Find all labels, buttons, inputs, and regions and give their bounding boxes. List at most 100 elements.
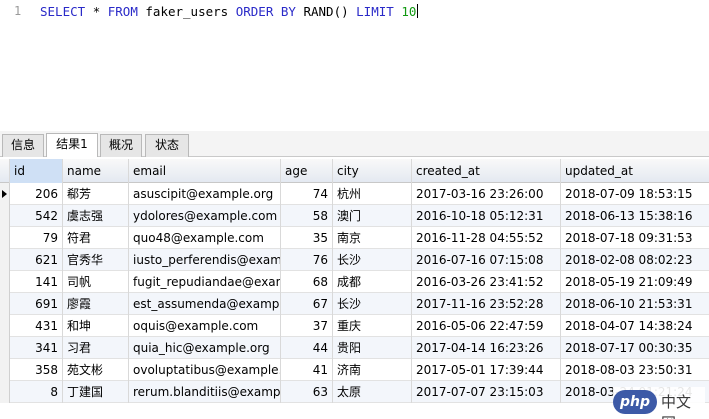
row-indicator[interactable] xyxy=(0,293,10,315)
cell-email[interactable]: est_assumenda@example xyxy=(129,293,281,315)
table-row[interactable]: 79 符君 quo48@example.com 35 南京 2016-11-28 04:5… xyxy=(0,227,709,249)
tab-status[interactable]: 状态 xyxy=(145,134,189,157)
sql-query[interactable]: SELECT * FROM faker_users ORDER BY RAND(… xyxy=(40,4,419,19)
cell-created-at[interactable]: 2016-05-06 22:47:59 xyxy=(412,315,561,337)
cell-id[interactable]: 542 xyxy=(10,205,63,227)
cell-email[interactable]: ovoluptatibus@example.c xyxy=(129,359,281,381)
column-header-created-at[interactable]: created_at xyxy=(412,159,561,183)
table-row[interactable]: 8 丁建国 rerum.blanditiis@example 63 太原 2017-07-… xyxy=(0,381,709,403)
cell-name[interactable]: 符君 xyxy=(63,227,129,249)
cell-id[interactable]: 8 xyxy=(10,381,63,403)
cell-city[interactable]: 杭州 xyxy=(333,183,412,205)
cell-email[interactable]: asuscipit@example.org xyxy=(129,183,281,205)
cell-city[interactable]: 贵阳 xyxy=(333,337,412,359)
cell-id[interactable]: 431 xyxy=(10,315,63,337)
cell-city[interactable]: 澳门 xyxy=(333,205,412,227)
cell-name[interactable]: 廖霞 xyxy=(63,293,129,315)
row-indicator[interactable] xyxy=(0,249,10,271)
row-indicator[interactable] xyxy=(0,381,10,403)
cell-created-at[interactable]: 2016-10-18 05:12:31 xyxy=(412,205,561,227)
cell-updated-at[interactable]: 2018-08-03 23:50:31 xyxy=(561,359,709,381)
cell-age[interactable]: 58 xyxy=(281,205,333,227)
cell-name[interactable]: 官秀华 xyxy=(63,249,129,271)
cell-updated-at[interactable]: 2018-04-07 14:38:24 xyxy=(561,315,709,337)
cell-age[interactable]: 35 xyxy=(281,227,333,249)
row-indicator[interactable] xyxy=(0,271,10,293)
row-indicator[interactable] xyxy=(0,227,10,249)
row-indicator[interactable] xyxy=(0,315,10,337)
cell-created-at[interactable]: 2017-03-16 23:26:00 xyxy=(412,183,561,205)
cell-updated-at[interactable]: 2018-07-18 09:31:53 xyxy=(561,227,709,249)
column-header-id[interactable]: id xyxy=(10,159,63,183)
cell-name[interactable]: 虞志强 xyxy=(63,205,129,227)
tab-result-1[interactable]: 结果1 xyxy=(46,133,98,157)
sql-editor[interactable]: 1 SELECT * FROM faker_users ORDER BY RAN… xyxy=(0,0,709,128)
cell-email[interactable]: fugit_repudiandae@exam xyxy=(129,271,281,293)
cell-city[interactable]: 成都 xyxy=(333,271,412,293)
cell-id[interactable]: 141 xyxy=(10,271,63,293)
table-row[interactable]: 691 廖霞 est_assumenda@example 67 长沙 2017-11-16… xyxy=(0,293,709,315)
table-row[interactable]: 141 司帆 fugit_repudiandae@exam 68 成都 2016-03-2… xyxy=(0,271,709,293)
tab-info[interactable]: 信息 xyxy=(2,134,44,157)
cell-age[interactable]: 74 xyxy=(281,183,333,205)
cell-age[interactable]: 44 xyxy=(281,337,333,359)
cell-id[interactable]: 206 xyxy=(10,183,63,205)
cell-age[interactable]: 68 xyxy=(281,271,333,293)
column-header-name[interactable]: name xyxy=(63,159,129,183)
cell-name[interactable]: 郗芳 xyxy=(63,183,129,205)
row-indicator[interactable] xyxy=(0,337,10,359)
cell-created-at[interactable]: 2016-03-26 23:41:52 xyxy=(412,271,561,293)
table-row[interactable]: 358 苑文彬 ovoluptatibus@example.c 41 济南 2017-05… xyxy=(0,359,709,381)
table-row[interactable]: 206 郗芳 asuscipit@example.org 74 杭州 2017-03-16… xyxy=(0,183,709,205)
cell-id[interactable]: 341 xyxy=(10,337,63,359)
cell-city[interactable]: 重庆 xyxy=(333,315,412,337)
cell-created-at[interactable]: 2017-04-14 16:23:26 xyxy=(412,337,561,359)
row-indicator[interactable] xyxy=(0,205,10,227)
column-header-age[interactable]: age xyxy=(281,159,333,183)
cell-updated-at[interactable]: 2018-06-10 21:53:31 xyxy=(561,293,709,315)
cell-updated-at[interactable]: 2018-06-13 15:38:16 xyxy=(561,205,709,227)
cell-id[interactable]: 358 xyxy=(10,359,63,381)
cell-email[interactable]: iusto_perferendis@exampl xyxy=(129,249,281,271)
cell-age[interactable]: 63 xyxy=(281,381,333,403)
cell-city[interactable]: 太原 xyxy=(333,381,412,403)
cell-created-at[interactable]: 2016-07-16 07:15:08 xyxy=(412,249,561,271)
cell-name[interactable]: 苑文彬 xyxy=(63,359,129,381)
row-indicator[interactable] xyxy=(0,359,10,381)
cell-created-at[interactable]: 2016-11-28 04:55:52 xyxy=(412,227,561,249)
cell-age[interactable]: 41 xyxy=(281,359,333,381)
column-header-updated-at[interactable]: updated_at xyxy=(561,159,709,183)
cell-id[interactable]: 79 xyxy=(10,227,63,249)
cell-name[interactable]: 司帆 xyxy=(63,271,129,293)
cell-updated-at[interactable]: 2018-07-09 18:53:15 xyxy=(561,183,709,205)
cell-created-at[interactable]: 2017-05-01 17:39:44 xyxy=(412,359,561,381)
cell-city[interactable]: 长沙 xyxy=(333,249,412,271)
cell-created-at[interactable]: 2017-07-07 23:15:03 xyxy=(412,381,561,403)
table-row[interactable]: 542 虞志强 ydolores@example.com 58 澳门 2016-10-18… xyxy=(0,205,709,227)
cell-email[interactable]: quo48@example.com xyxy=(129,227,281,249)
row-indicator[interactable] xyxy=(0,183,10,205)
cell-email[interactable]: oquis@example.com xyxy=(129,315,281,337)
cell-id[interactable]: 621 xyxy=(10,249,63,271)
cell-updated-at[interactable]: 2018-05-19 21:09:49 xyxy=(561,271,709,293)
cell-name[interactable]: 和坤 xyxy=(63,315,129,337)
table-row[interactable]: 341 习君 quia_hic@example.org 44 贵阳 2017-04-14 … xyxy=(0,337,709,359)
cell-city[interactable]: 济南 xyxy=(333,359,412,381)
cell-age[interactable]: 37 xyxy=(281,315,333,337)
cell-email[interactable]: rerum.blanditiis@example xyxy=(129,381,281,403)
cell-updated-at[interactable]: 2018-07-17 00:30:35 xyxy=(561,337,709,359)
column-header-email[interactable]: email xyxy=(129,159,281,183)
cell-email[interactable]: ydolores@example.com xyxy=(129,205,281,227)
column-header-city[interactable]: city xyxy=(333,159,412,183)
table-row[interactable]: 431 和坤 oquis@example.com 37 重庆 2016-05-06 22:… xyxy=(0,315,709,337)
cell-city[interactable]: 南京 xyxy=(333,227,412,249)
cell-age[interactable]: 67 xyxy=(281,293,333,315)
cell-created-at[interactable]: 2017-11-16 23:52:28 xyxy=(412,293,561,315)
cell-name[interactable]: 丁建国 xyxy=(63,381,129,403)
tab-profile[interactable]: 概况 xyxy=(100,134,142,157)
cell-name[interactable]: 习君 xyxy=(63,337,129,359)
cell-city[interactable]: 长沙 xyxy=(333,293,412,315)
cell-age[interactable]: 76 xyxy=(281,249,333,271)
table-row[interactable]: 621 官秀华 iusto_perferendis@exampl 76 长沙 2016-0… xyxy=(0,249,709,271)
cell-id[interactable]: 691 xyxy=(10,293,63,315)
